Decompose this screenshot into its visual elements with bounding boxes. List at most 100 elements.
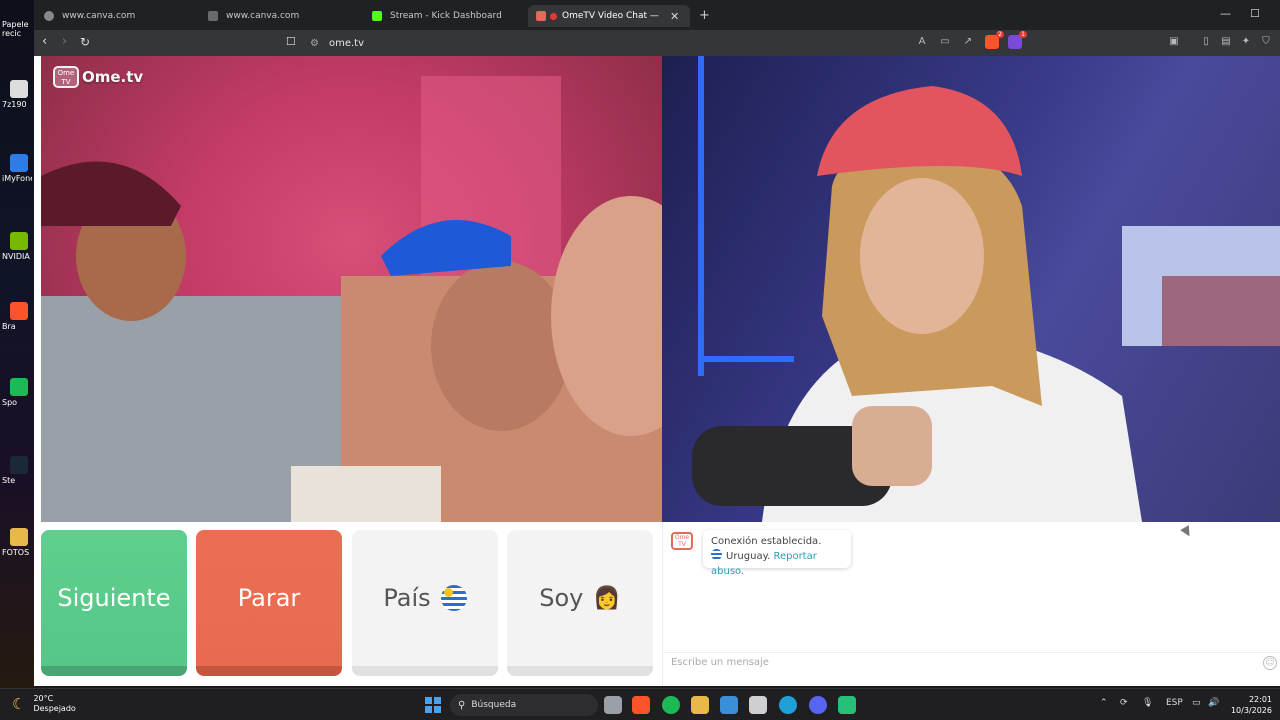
mail-icon[interactable] bbox=[720, 696, 738, 714]
wallet-icon[interactable]: ▤ bbox=[1220, 36, 1232, 48]
file-explorer-icon[interactable] bbox=[691, 696, 709, 714]
globe-icon bbox=[44, 11, 54, 21]
desktop-icon-nvidia[interactable]: NVIDIA bbox=[2, 232, 32, 261]
back-button[interactable]: ‹ bbox=[42, 35, 47, 49]
windows-taskbar: ☾ 20°C Despejado ⚲ Búsqueda ⌃ ⟳ 🎙 ESP ▭ … bbox=[0, 688, 1280, 720]
desktop-label: iMyFone bbox=[2, 174, 32, 183]
brave-icon bbox=[10, 302, 28, 320]
tab-title: OmeTV Video Chat — Omeg bbox=[562, 11, 660, 21]
weather-condition: Despejado bbox=[33, 704, 76, 713]
desktop-background: Papele recic 7z190 iMyFone NVIDIA Bra Sp… bbox=[0, 0, 34, 688]
desktop-icon-7zip[interactable]: 7z190 bbox=[2, 80, 32, 109]
chat-panel: Ome TV Conexión establecida. Uruguay. Re… bbox=[662, 522, 1280, 686]
emoji-icon[interactable]: ☺ bbox=[1263, 656, 1277, 670]
ometv-page: Ome TV Ome.tv Siguiente Parar País Soy 👩… bbox=[34, 56, 1280, 686]
stranger-video: Ome TV Ome.tv bbox=[41, 56, 662, 522]
search-icon: ⚲ bbox=[458, 699, 466, 711]
desktop-icon-fotos[interactable]: FOTOS bbox=[2, 528, 32, 557]
browser-tab-bar: www.canva.com www.canva.com Stream - Kic… bbox=[34, 0, 1280, 30]
brave-shields-icon[interactable]: 2 bbox=[985, 31, 1004, 49]
temperature: 20°C bbox=[33, 694, 54, 703]
url-text: ome.tv bbox=[328, 37, 364, 49]
archive-icon bbox=[10, 80, 28, 98]
rewards-count: 1 bbox=[1019, 31, 1027, 38]
system-clock[interactable]: 22:01 10/3/2026 bbox=[1222, 694, 1272, 716]
volume-icon[interactable]: 🔊 bbox=[1208, 698, 1219, 708]
brave-rewards-icon[interactable]: 1 bbox=[1008, 31, 1027, 49]
desktop-label: Ste bbox=[2, 476, 16, 485]
moon-icon: ☾ bbox=[12, 695, 26, 713]
translate-icon[interactable]: A bbox=[916, 36, 928, 48]
tab-canva-2[interactable]: www.canva.com bbox=[200, 5, 360, 27]
stop-button[interactable]: Parar bbox=[196, 530, 342, 676]
gender-button[interactable]: Soy 👩 bbox=[507, 530, 653, 676]
edge-icon[interactable] bbox=[779, 696, 797, 714]
new-tab-button[interactable]: + bbox=[699, 8, 710, 23]
sidebar-icon[interactable]: ▯ bbox=[1200, 36, 1212, 48]
stop-label: Parar bbox=[237, 584, 301, 612]
desktop-label: Papele recic bbox=[2, 20, 29, 38]
desktop-label: Spo bbox=[2, 398, 18, 407]
kick-icon bbox=[372, 11, 382, 21]
desktop-icon-recycle-bin[interactable]: Papele recic bbox=[2, 20, 32, 38]
uruguay-flag-icon bbox=[440, 585, 467, 611]
discord-icon[interactable] bbox=[809, 696, 827, 714]
reload-button[interactable]: ↻ bbox=[80, 35, 90, 49]
share-icon[interactable]: ↗ bbox=[962, 36, 974, 48]
clock-date: 10/3/2026 bbox=[1230, 706, 1272, 715]
start-button[interactable] bbox=[425, 697, 441, 713]
message-placeholder: Escribe un mensaje bbox=[671, 657, 769, 668]
desktop-icon-steam[interactable]: Ste bbox=[2, 456, 32, 485]
recording-icon bbox=[550, 12, 557, 20]
store-icon[interactable] bbox=[749, 696, 767, 714]
steam-icon bbox=[10, 456, 28, 474]
ometv-icon bbox=[536, 11, 546, 21]
spotify-icon bbox=[10, 378, 28, 396]
message-input[interactable]: Escribe un mensaje ☺ bbox=[663, 652, 1280, 672]
vpn-icon[interactable]: ⛉ bbox=[1260, 36, 1272, 48]
tab-kick-dashboard[interactable]: Stream - Kick Dashboard bbox=[364, 5, 524, 27]
maximize-button[interactable]: ☐ bbox=[1250, 7, 1260, 20]
next-label: Siguiente bbox=[57, 584, 171, 612]
desktop-icon-brave[interactable]: Bra bbox=[2, 302, 32, 331]
weather-widget[interactable]: ☾ 20°C Despejado bbox=[12, 694, 76, 714]
desktop-label: 7z190 bbox=[2, 100, 27, 109]
kick-taskbar-icon[interactable] bbox=[838, 696, 856, 714]
screenshot-icon[interactable]: ▣ bbox=[1168, 36, 1180, 48]
next-button[interactable]: Siguiente bbox=[41, 530, 187, 676]
tab-canva-1[interactable]: www.canva.com bbox=[36, 5, 196, 27]
imyfone-icon bbox=[10, 154, 28, 172]
woman-icon: 👩 bbox=[593, 585, 621, 611]
desktop-icon-imyfone[interactable]: iMyFone bbox=[2, 154, 32, 183]
desktop-icon-spotify[interactable]: Spo bbox=[2, 378, 32, 407]
desktop-label: NVIDIA bbox=[2, 252, 30, 261]
leo-ai-icon[interactable]: ✦ bbox=[1240, 36, 1252, 48]
tab-title: Stream - Kick Dashboard bbox=[390, 11, 502, 21]
bookmark-icon[interactable]: ☐ bbox=[286, 35, 296, 49]
cast-icon[interactable]: ▭ bbox=[939, 36, 951, 48]
connection-status: Conexión establecida. bbox=[711, 536, 822, 547]
system-message: Conexión establecida. Uruguay. Reportar … bbox=[703, 530, 851, 577]
network-icon[interactable]: ▭ bbox=[1192, 698, 1201, 708]
minimize-button[interactable]: — bbox=[1220, 7, 1231, 20]
country-button[interactable]: País bbox=[352, 530, 498, 676]
spotify-taskbar-icon[interactable] bbox=[662, 696, 680, 714]
microphone-icon[interactable]: 🎙 bbox=[1142, 698, 1153, 708]
language-indicator[interactable]: ESP bbox=[1166, 698, 1183, 708]
desktop-label: Bra bbox=[2, 322, 16, 331]
sync-icon[interactable]: ⟳ bbox=[1120, 698, 1128, 708]
search-label: Búsqueda bbox=[471, 700, 517, 710]
ometv-logo: Ome TV Ome.tv bbox=[53, 66, 143, 88]
gender-label: Soy bbox=[539, 584, 584, 612]
tray-overflow-icon[interactable]: ⌃ bbox=[1100, 698, 1108, 708]
task-view-icon[interactable] bbox=[604, 696, 622, 714]
forward-button[interactable]: › bbox=[62, 35, 67, 49]
site-settings-icon[interactable]: ⚙ bbox=[310, 38, 319, 49]
close-tab-icon[interactable]: ✕ bbox=[670, 10, 679, 23]
brave-taskbar-icon[interactable] bbox=[632, 696, 650, 714]
tv-icon: Ome TV bbox=[53, 66, 79, 88]
logo-text: Ome.tv bbox=[82, 68, 144, 86]
taskbar-search[interactable]: ⚲ Búsqueda bbox=[450, 694, 598, 716]
tab-title: www.canva.com bbox=[62, 11, 136, 21]
tab-ometv[interactable]: OmeTV Video Chat — Omeg ✕ bbox=[528, 5, 690, 27]
